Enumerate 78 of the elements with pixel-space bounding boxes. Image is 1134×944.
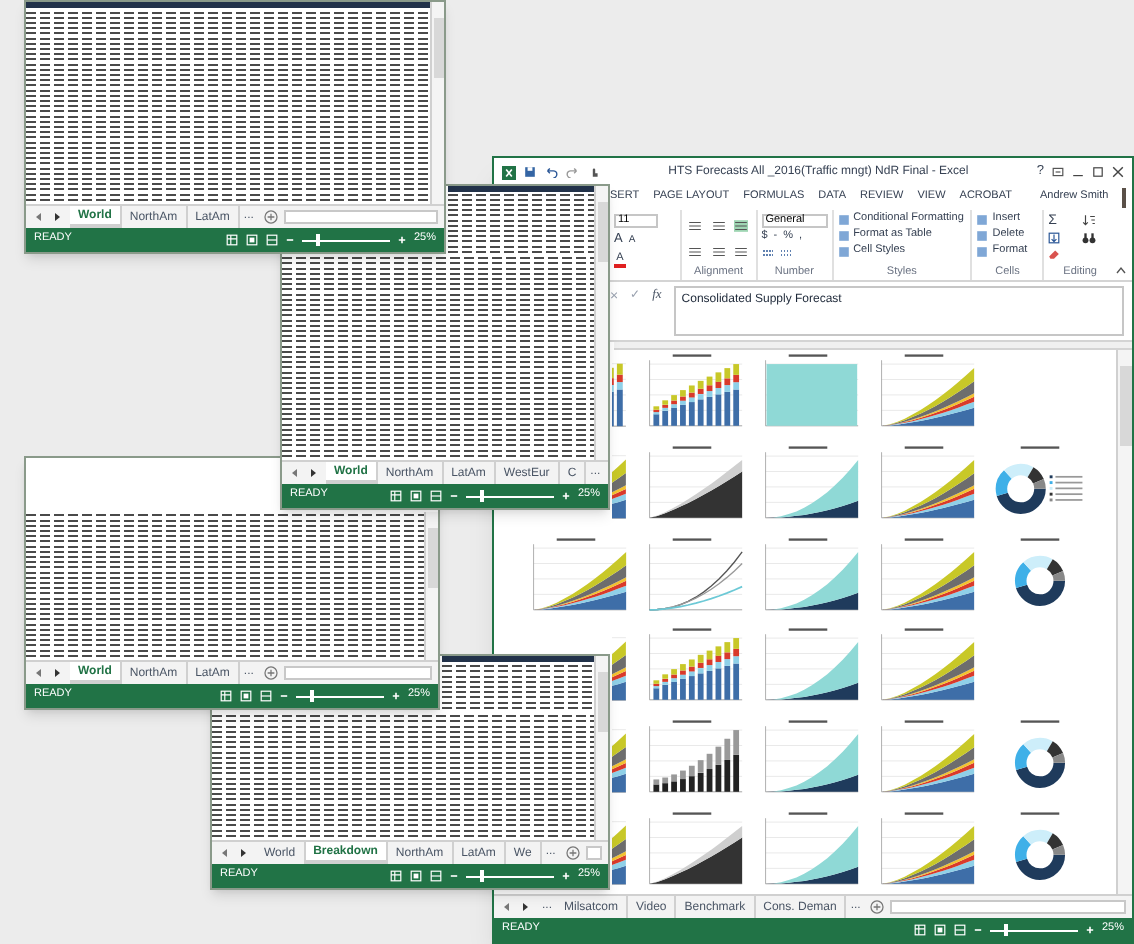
save-icon[interactable] (524, 166, 536, 178)
eraser-icon[interactable] (1048, 248, 1061, 260)
zoom-in-icon[interactable] (391, 692, 400, 700)
align-left-icon[interactable] (688, 245, 703, 258)
maximize-icon[interactable] (1092, 166, 1104, 178)
excel-logo-icon[interactable] (502, 165, 516, 179)
vertical-scrollbar[interactable] (594, 656, 608, 840)
scroll-left-icon[interactable] (34, 212, 44, 222)
scroll-left-icon[interactable] (34, 668, 44, 678)
redo-icon[interactable] (566, 166, 580, 178)
zoom-slider-thumb[interactable] (479, 870, 484, 882)
page-layout-icon[interactable] (409, 490, 422, 502)
zoom-out-icon[interactable] (973, 926, 982, 934)
zoom-out-icon[interactable] (279, 692, 288, 700)
horizontal-scrollbar[interactable] (890, 900, 1126, 914)
collapse-ribbon-icon[interactable] (1116, 266, 1126, 274)
page-layout-icon[interactable] (245, 234, 258, 246)
horizontal-scrollbar[interactable] (585, 846, 602, 860)
align-top-icon[interactable] (688, 219, 703, 232)
zoom-slider-thumb[interactable] (315, 234, 320, 246)
page-break-icon[interactable] (265, 234, 278, 246)
ribbon-display-icon[interactable] (1052, 166, 1064, 178)
add-sheet-icon[interactable] (870, 900, 885, 914)
zoom-out-icon[interactable] (285, 236, 294, 244)
zoom-slider[interactable] (465, 870, 554, 882)
zoom-in-icon[interactable] (1085, 926, 1094, 934)
zoom-out-icon[interactable] (449, 872, 458, 880)
zoom-slider-thumb[interactable] (479, 490, 484, 502)
align-bottom-icon[interactable] (734, 219, 749, 232)
vertical-scrollbar[interactable] (430, 2, 444, 204)
zoom-slider[interactable] (465, 490, 554, 502)
normal-view-icon[interactable] (913, 924, 926, 936)
binoculars-icon[interactable] (1082, 232, 1097, 244)
zoom-slider[interactable] (989, 924, 1078, 936)
page-break-icon[interactable] (429, 490, 442, 502)
vertical-scrollbar[interactable] (594, 186, 608, 460)
zoom-slider[interactable] (301, 234, 390, 246)
scroll-left-icon[interactable] (290, 468, 300, 478)
scroll-right-icon[interactable] (238, 848, 248, 858)
scroll-right-icon[interactable] (520, 902, 530, 912)
increase-decimal-icon[interactable] (761, 247, 774, 257)
fill-down-icon[interactable] (1048, 232, 1061, 244)
normal-view-icon[interactable] (389, 490, 402, 502)
merge-cells-icon[interactable] (734, 245, 749, 258)
horizontal-scrollbar[interactable] (283, 666, 432, 680)
scroll-left-icon[interactable] (220, 848, 230, 858)
normal-view-icon[interactable] (219, 690, 232, 702)
zoom-in-icon[interactable] (561, 492, 570, 500)
add-sheet-icon[interactable] (263, 210, 278, 224)
close-icon[interactable] (1112, 166, 1124, 178)
vertical-scrollbar[interactable] (1116, 350, 1132, 894)
zoom-out-icon[interactable] (449, 492, 458, 500)
zoom-in-icon[interactable] (397, 236, 406, 244)
zoom-slider-thumb[interactable] (309, 690, 314, 702)
zoom-slider[interactable] (295, 690, 384, 702)
undo-icon[interactable] (544, 166, 558, 178)
align-middle-icon[interactable] (711, 219, 726, 232)
scroll-right-icon[interactable] (52, 668, 62, 678)
scroll-left-icon[interactable] (502, 902, 512, 912)
add-sheet-icon[interactable] (565, 846, 580, 860)
page-break-icon[interactable] (953, 924, 966, 936)
normal-view-icon[interactable] (225, 234, 238, 246)
add-sheet-icon[interactable] (263, 666, 278, 680)
decrease-decimal-icon[interactable] (779, 247, 792, 257)
zoom-in-icon[interactable] (561, 872, 570, 880)
page-break-icon[interactable] (259, 690, 272, 702)
zoom-slider-thumb[interactable] (1003, 924, 1008, 936)
page-break-icon[interactable] (429, 870, 442, 882)
scroll-right-icon[interactable] (308, 468, 318, 478)
page-layout-icon[interactable] (933, 924, 946, 936)
scroll-right-icon[interactable] (52, 212, 62, 222)
align-center-icon[interactable] (711, 245, 726, 258)
page-layout-icon[interactable] (239, 690, 252, 702)
page-layout-icon[interactable] (409, 870, 422, 882)
sort-filter-icon[interactable] (1082, 214, 1097, 226)
normal-view-icon[interactable] (389, 870, 402, 882)
horizontal-scrollbar[interactable] (283, 210, 438, 224)
vertical-scrollbar[interactable] (424, 512, 438, 660)
